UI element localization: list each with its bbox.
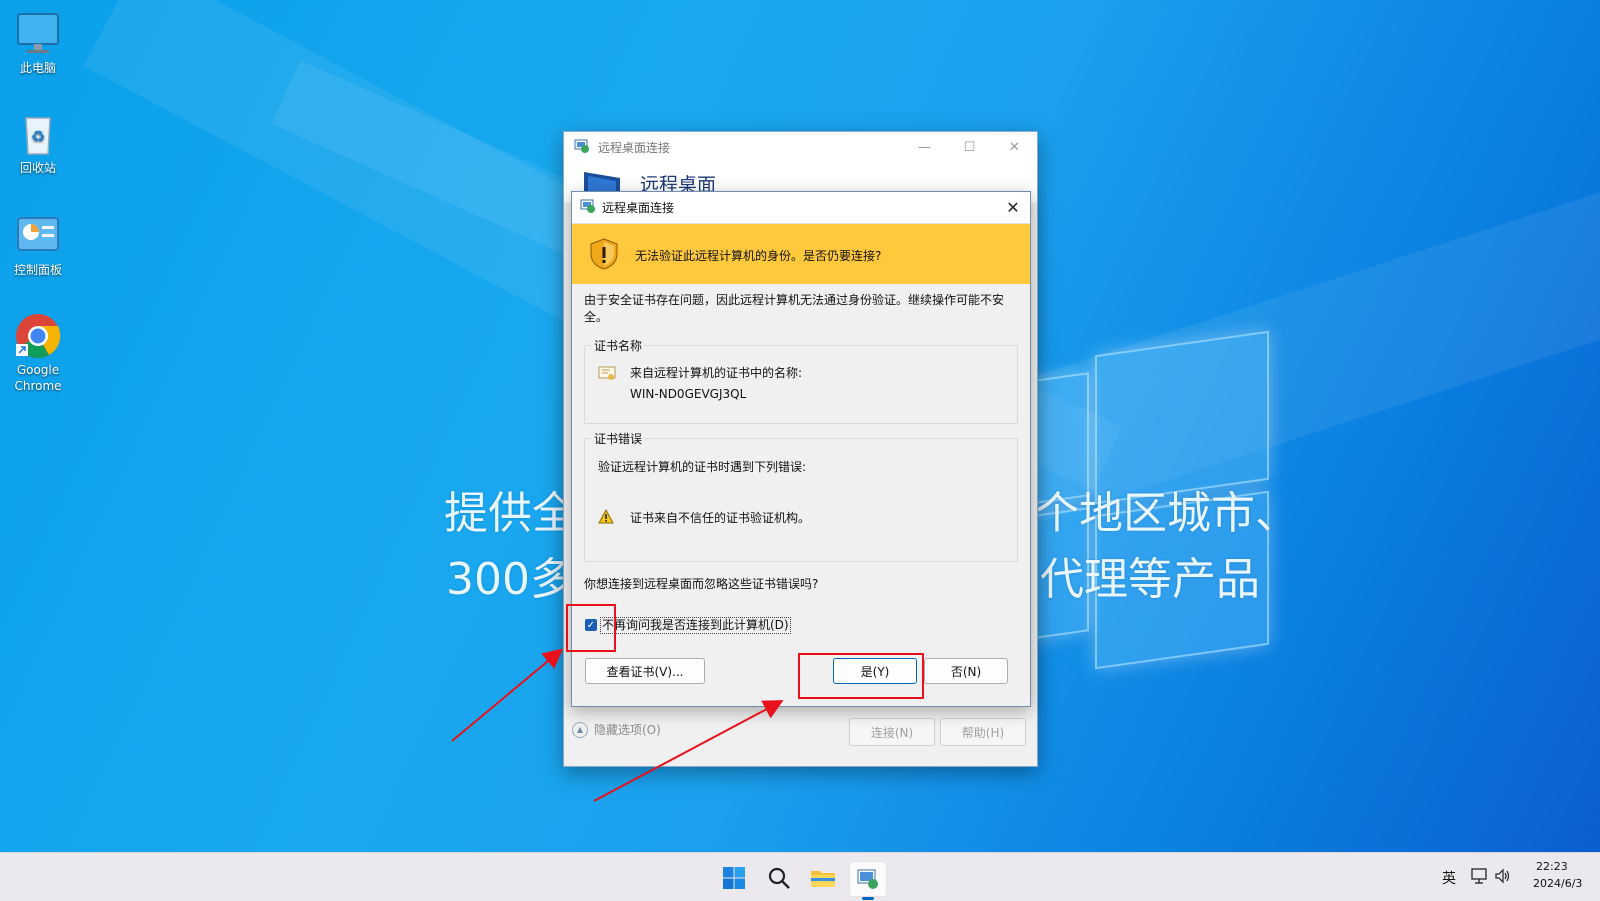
clock-time[interactable]: 22:23 bbox=[1536, 860, 1568, 873]
search-icon[interactable] bbox=[761, 861, 797, 895]
taskbar: 英 22:23 2024/6/3 bbox=[0, 852, 1600, 901]
annotation-arrow bbox=[451, 648, 564, 742]
file-explorer-icon[interactable] bbox=[805, 861, 841, 895]
remote-desktop-icon[interactable] bbox=[849, 861, 887, 900]
volume-icon[interactable] bbox=[1494, 867, 1512, 888]
network-icon[interactable] bbox=[1471, 867, 1489, 888]
annotation-arrows bbox=[451, 648, 784, 802]
clock-date[interactable]: 2024/6/3 bbox=[1533, 877, 1582, 890]
windows-start-icon[interactable] bbox=[716, 861, 752, 895]
annotation-arrow bbox=[593, 700, 784, 802]
ime-indicator[interactable]: 英 bbox=[1442, 868, 1456, 888]
